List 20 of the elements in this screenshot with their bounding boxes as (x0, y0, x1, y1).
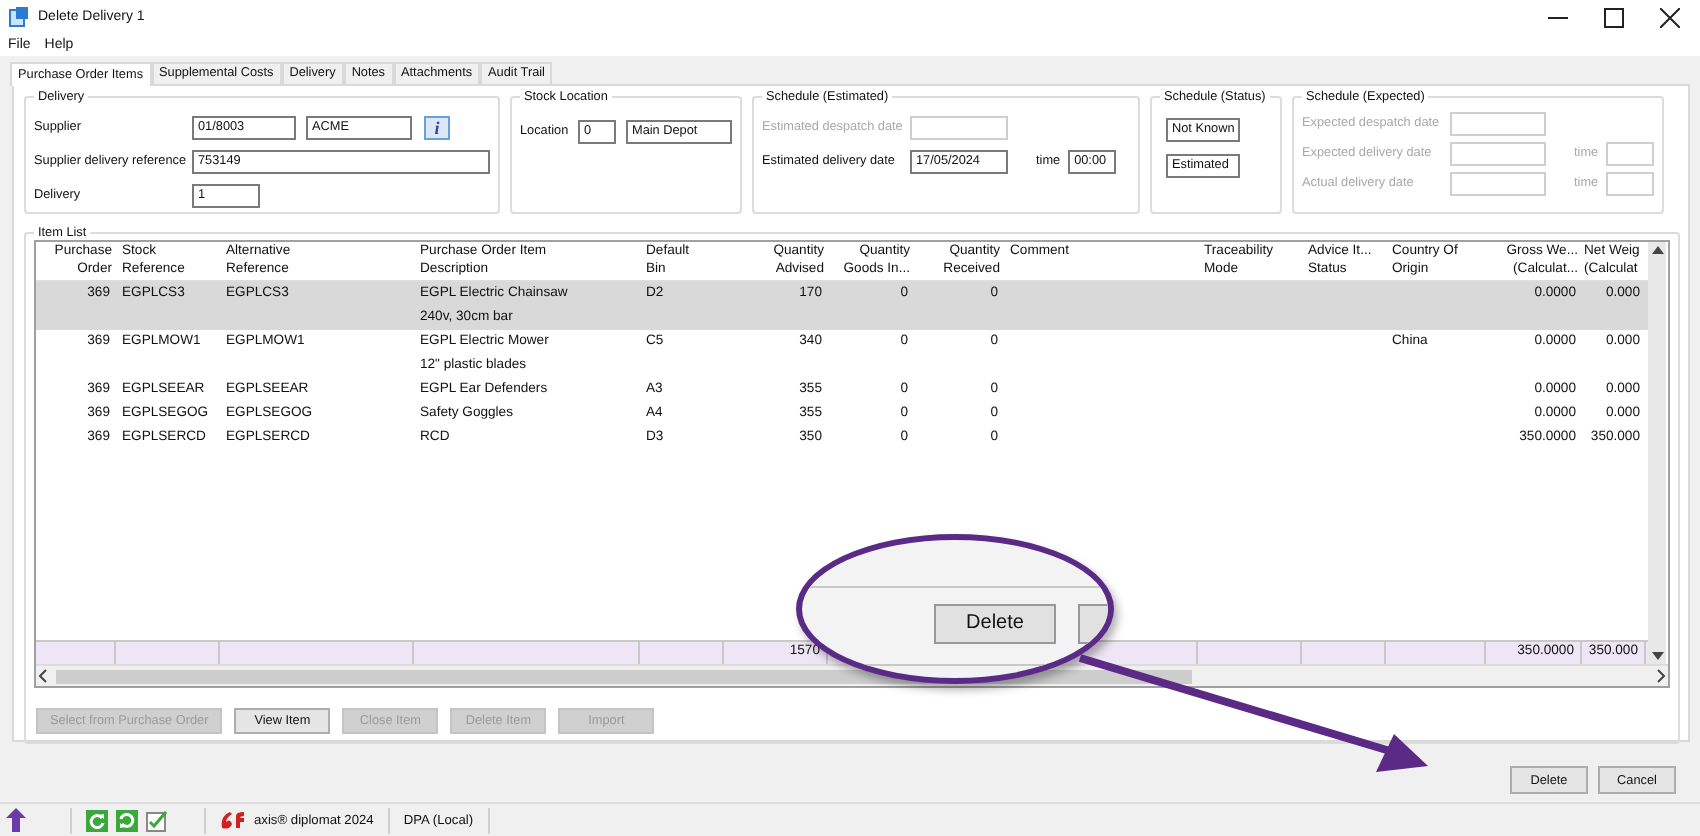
refresh-icon[interactable] (86, 809, 108, 831)
info-button[interactable]: i (424, 115, 450, 139)
scrollbar[interactable] (1648, 242, 1666, 664)
close-icon[interactable] (1660, 7, 1680, 27)
time-field[interactable] (1606, 171, 1655, 195)
date-field[interactable] (1450, 111, 1546, 135)
date-field[interactable] (1450, 141, 1546, 165)
upload-arrow-icon[interactable] (6, 808, 26, 832)
maximize-icon[interactable] (1604, 7, 1624, 27)
scrollbar[interactable] (36, 664, 1668, 686)
scroll-right-icon[interactable] (1652, 668, 1668, 684)
date-field[interactable] (910, 115, 1008, 139)
logo-icon (220, 810, 246, 830)
scroll-left-icon[interactable] (36, 668, 52, 684)
scroll-up-icon[interactable] (1649, 242, 1665, 258)
date-field[interactable] (1450, 171, 1546, 195)
checklist-icon[interactable] (146, 809, 168, 831)
refresh-icon[interactable] (116, 809, 138, 831)
app-icon (8, 6, 30, 28)
time-field[interactable] (1606, 141, 1655, 165)
